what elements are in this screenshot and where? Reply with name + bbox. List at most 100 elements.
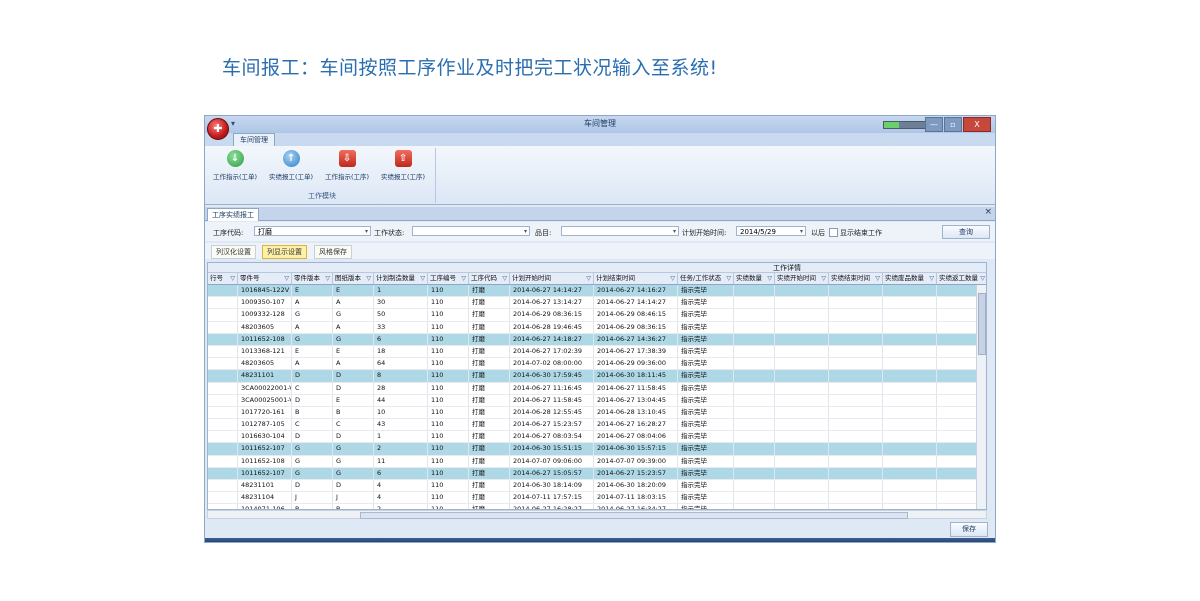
- table-row[interactable]: 3CA00025001-V D E 44 110 打磨 2014-06-27 11:58:4…: [208, 394, 986, 407]
- table-cell[interactable]: G: [333, 455, 374, 467]
- work-instruction-order-button[interactable]: ↓ 工作指示(工单): [213, 150, 257, 181]
- table-cell[interactable]: D: [333, 382, 374, 394]
- table-cell[interactable]: [734, 394, 775, 406]
- table-cell[interactable]: [829, 480, 883, 492]
- table-cell[interactable]: E: [292, 345, 333, 358]
- table-cell[interactable]: D: [292, 370, 333, 382]
- table-cell[interactable]: 指示完毕: [678, 480, 734, 492]
- table-cell[interactable]: 2014-06-27 15:23:57: [510, 419, 594, 431]
- column-display-button[interactable]: 列显示设置: [262, 245, 307, 259]
- table-row[interactable]: 1016630-104 D D 1 110 打磨 2014-06-27 08:03:54 20…: [208, 431, 986, 444]
- table-cell[interactable]: E: [333, 345, 374, 358]
- plan-start-date-picker[interactable]: 2014/5/29 ▾: [736, 226, 806, 236]
- table-cell[interactable]: 48203605: [238, 358, 292, 370]
- table-cell[interactable]: [829, 345, 883, 358]
- table-cell[interactable]: B: [292, 406, 333, 419]
- table-cell[interactable]: [775, 285, 829, 297]
- table-cell[interactable]: [734, 467, 775, 479]
- filter-icon[interactable]: ▽: [767, 273, 772, 284]
- table-cell[interactable]: 指示完毕: [678, 345, 734, 358]
- table-cell[interactable]: [883, 382, 937, 394]
- table-row[interactable]: 1011652-108 G G 11 110 打磨 2014-07-07 09:06:00 2…: [208, 455, 986, 468]
- table-cell[interactable]: 2014-06-29 08:36:15: [510, 309, 594, 321]
- table-cell[interactable]: 2014-06-27 13:04:45: [594, 394, 678, 406]
- table-cell[interactable]: [208, 382, 238, 394]
- table-row[interactable]: 1011652-107 G G 2 110 打磨 2014-06-30 15:51:15 20…: [208, 443, 986, 456]
- table-cell[interactable]: 2014-06-29 08:36:15: [594, 321, 678, 333]
- table-cell[interactable]: [829, 419, 883, 431]
- shield-logo-icon[interactable]: ✚: [207, 118, 229, 140]
- filter-icon[interactable]: ▽: [821, 273, 826, 284]
- restore-button[interactable]: ▫: [944, 117, 962, 132]
- table-cell[interactable]: [883, 492, 937, 504]
- column-header[interactable]: 实绩结束时间 ▽: [829, 273, 883, 284]
- table-cell[interactable]: 指示完毕: [678, 455, 734, 467]
- table-cell[interactable]: [208, 297, 238, 309]
- table-cell[interactable]: D: [292, 480, 333, 492]
- column-header[interactable]: 计划开始时间 ▽: [510, 273, 594, 284]
- table-cell[interactable]: 1: [374, 431, 428, 443]
- table-cell[interactable]: [883, 309, 937, 321]
- table-cell[interactable]: 11: [374, 455, 428, 467]
- table-cell[interactable]: 指示完毕: [678, 321, 734, 333]
- table-cell[interactable]: 110: [428, 370, 469, 382]
- table-cell[interactable]: [734, 345, 775, 358]
- table-cell[interactable]: A: [292, 321, 333, 333]
- table-cell[interactable]: 指示完毕: [678, 443, 734, 455]
- table-cell[interactable]: 2014-06-28 12:55:45: [510, 406, 594, 419]
- table-cell[interactable]: [208, 285, 238, 297]
- table-cell[interactable]: [883, 443, 937, 455]
- table-cell[interactable]: 48231101: [238, 480, 292, 492]
- table-cell[interactable]: [829, 370, 883, 382]
- table-cell[interactable]: 110: [428, 431, 469, 443]
- table-row[interactable]: 48231101 D D 4 110 打磨 2014-06-30 18:14:09 2014-…: [208, 480, 986, 493]
- table-cell[interactable]: [734, 370, 775, 382]
- table-cell[interactable]: [829, 443, 883, 455]
- table-cell[interactable]: 18: [374, 345, 428, 358]
- table-cell[interactable]: 110: [428, 321, 469, 333]
- filter-icon[interactable]: ▽: [875, 273, 880, 284]
- table-cell[interactable]: [775, 419, 829, 431]
- quick-access-dropdown[interactable]: ▾: [231, 119, 235, 128]
- table-cell[interactable]: 打磨: [469, 345, 510, 358]
- table-row[interactable]: 48231101 D D 8 110 打磨 2014-06-30 17:59:45 2014-…: [208, 370, 986, 383]
- filter-icon[interactable]: ▽: [461, 273, 466, 284]
- table-cell[interactable]: A: [333, 297, 374, 309]
- table-cell[interactable]: 2014-06-29 08:46:15: [594, 309, 678, 321]
- table-cell[interactable]: [883, 419, 937, 431]
- table-cell[interactable]: E: [292, 285, 333, 297]
- table-row[interactable]: 1011652-107 G G 6 110 打磨 2014-06-27 15:05:57 20…: [208, 467, 986, 480]
- table-cell[interactable]: 2014-06-27 14:36:27: [594, 333, 678, 345]
- table-cell[interactable]: [208, 492, 238, 504]
- table-cell[interactable]: [829, 406, 883, 419]
- table-cell[interactable]: D: [333, 480, 374, 492]
- table-cell[interactable]: 指示完毕: [678, 467, 734, 479]
- column-header[interactable]: 图纸版本 ▽: [333, 273, 374, 284]
- table-cell[interactable]: 打磨: [469, 455, 510, 467]
- table-cell[interactable]: [208, 480, 238, 492]
- table-cell[interactable]: 2014-06-27 08:04:06: [594, 431, 678, 443]
- table-cell[interactable]: [734, 309, 775, 321]
- table-cell[interactable]: 2014-06-27 14:14:27: [594, 297, 678, 309]
- report-process-button[interactable]: ⇧ 实绩报工(工序): [381, 150, 425, 181]
- table-cell[interactable]: [734, 321, 775, 333]
- column-header[interactable]: 零件号 ▽: [238, 273, 292, 284]
- table-cell[interactable]: 指示完毕: [678, 333, 734, 345]
- table-cell[interactable]: G: [333, 467, 374, 479]
- table-cell[interactable]: 指示完毕: [678, 297, 734, 309]
- table-cell[interactable]: 指示完毕: [678, 492, 734, 504]
- table-cell[interactable]: [829, 321, 883, 333]
- table-cell[interactable]: [883, 358, 937, 370]
- table-cell[interactable]: 28: [374, 382, 428, 394]
- table-cell[interactable]: 3CA00022001-V: [238, 382, 292, 394]
- column-header[interactable]: 实绩返工数量 ▽: [937, 273, 986, 284]
- table-cell[interactable]: 1011652-107: [238, 467, 292, 479]
- table-cell[interactable]: 110: [428, 358, 469, 370]
- column-header[interactable]: 实绩开始时间 ▽: [775, 273, 829, 284]
- scroll-thumb[interactable]: [978, 293, 986, 355]
- table-cell[interactable]: 110: [428, 297, 469, 309]
- table-cell[interactable]: 打磨: [469, 467, 510, 479]
- table-cell[interactable]: 1: [374, 285, 428, 297]
- filter-icon[interactable]: ▽: [420, 273, 425, 284]
- table-cell[interactable]: 指示完毕: [678, 406, 734, 419]
